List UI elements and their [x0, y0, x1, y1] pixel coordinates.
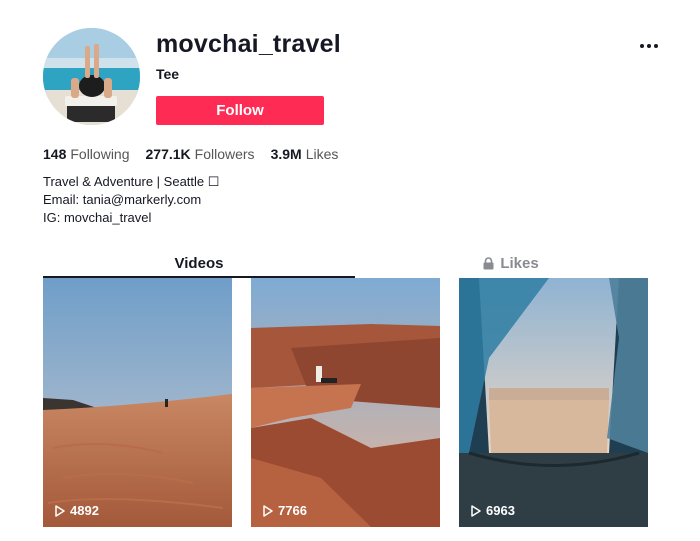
likes-stat: 3.9M Likes [271, 146, 339, 162]
followers-count: 277.1K [145, 146, 191, 162]
bio-email: Email: tania@markerly.com [43, 192, 202, 207]
bio-line: Travel & Adventure | Seattle ☐ [43, 174, 220, 189]
video-thumbnail[interactable]: 6963 [459, 278, 648, 527]
bio-instagram: IG: movchai_travel [43, 210, 152, 225]
view-count-text: 7766 [278, 503, 307, 518]
followers-stat[interactable]: 277.1K Followers [146, 146, 255, 162]
profile-display-name: Tee [156, 66, 180, 82]
tent-view-image [459, 278, 648, 527]
tab-likes-label: Likes [500, 254, 539, 272]
likes-label: Likes [305, 146, 339, 162]
tab-videos-label: Videos [174, 254, 224, 272]
video-view-count: 7766 [263, 503, 307, 518]
following-stat[interactable]: 148 Following [43, 146, 130, 162]
more-dots-icon [640, 44, 644, 48]
tab-likes[interactable]: Likes [355, 250, 667, 276]
view-count-text: 4892 [70, 503, 99, 518]
video-view-count: 6963 [471, 503, 515, 518]
play-icon [471, 504, 481, 517]
following-count: 148 [43, 146, 67, 162]
profile-username: movchai_travel [156, 30, 341, 58]
follow-button[interactable]: Follow [156, 96, 324, 125]
avatar[interactable] [43, 28, 140, 125]
canyon-ledge-image [251, 278, 440, 527]
view-count-text: 6963 [486, 503, 515, 518]
profile-bio: Travel & Adventure | Seattle ☐ Email: ta… [43, 173, 219, 227]
video-view-count: 4892 [55, 503, 99, 518]
more-options-button[interactable] [638, 36, 660, 56]
likes-count: 3.9M [270, 146, 302, 162]
video-thumbnail[interactable]: 7766 [251, 278, 440, 527]
profile-stats: 148 Following 277.1K Followers 3.9M Likes [43, 146, 338, 162]
avatar-image [43, 28, 140, 125]
lock-icon [483, 256, 494, 269]
video-thumbnail[interactable]: 4892 [43, 278, 232, 527]
following-label: Following [70, 146, 130, 162]
tab-videos[interactable]: Videos [43, 250, 355, 278]
play-icon [55, 504, 65, 517]
play-icon [263, 504, 273, 517]
followers-label: Followers [194, 146, 255, 162]
desert-dunes-image [43, 278, 232, 527]
